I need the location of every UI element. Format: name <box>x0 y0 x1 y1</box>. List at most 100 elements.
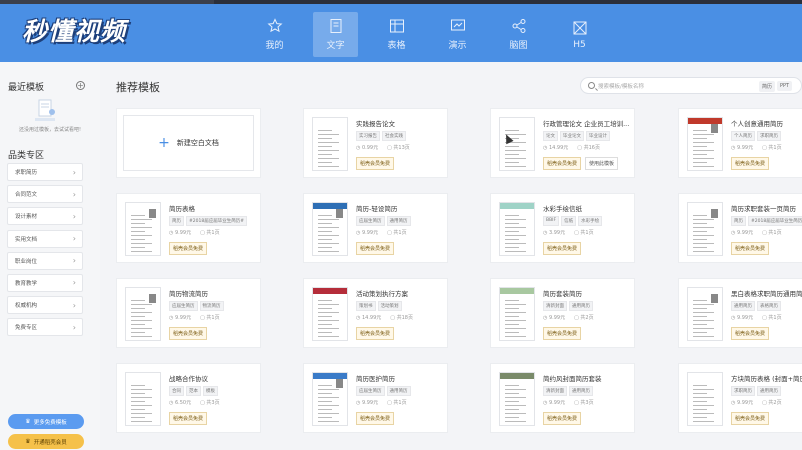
template-tag[interactable]: 通用简历 <box>569 386 593 396</box>
template-title[interactable]: 简历求职套装一页简历 <box>731 203 802 213</box>
member-free-button[interactable]: 稻壳会员免费 <box>356 327 395 340</box>
nav-item-h5[interactable]: H5 <box>557 12 602 57</box>
nav-item-mindmap[interactable]: 脑图 <box>496 12 541 57</box>
member-free-button[interactable]: 稻壳会员免费 <box>356 242 395 255</box>
template-thumbnail[interactable] <box>687 287 723 341</box>
template-thumbnail[interactable] <box>125 202 161 256</box>
member-free-button[interactable]: 稻壳会员免费 <box>169 412 208 425</box>
template-title[interactable]: 简历表格 <box>169 203 261 213</box>
template-tag[interactable]: 策划书 <box>356 301 376 311</box>
category-item[interactable]: 权威机构 › <box>7 296 83 315</box>
template-title[interactable]: 简约风封面简历套装 <box>543 373 635 383</box>
template-title[interactable]: 方块简历表格 (封面+简历) <box>731 373 802 383</box>
template-tag[interactable]: 清新封面 <box>543 301 567 311</box>
member-free-button[interactable]: 稻壳会员免费 <box>731 327 770 340</box>
template-card[interactable]: 战略合作协议 合同 范本 模板 ◷ 6.50元 ▢ 共3页 稻壳会员免费 <box>116 363 261 433</box>
template-card[interactable]: 简历-轻设简历 应届生简历 通用简历 ◷ 9.99元 ▢ 共1页 稻壳会员免费 <box>303 193 448 263</box>
template-tag[interactable]: 应届生简历 <box>356 386 385 396</box>
template-thumbnail[interactable] <box>312 117 348 171</box>
template-title[interactable]: 黑白表格求职简历通用简历 <box>731 288 802 298</box>
member-free-button[interactable]: 稻壳会员免费 <box>731 157 770 170</box>
member-free-button[interactable]: 稻壳会员免费 <box>356 157 395 170</box>
template-tag[interactable]: 信纸 <box>561 216 577 226</box>
template-tag[interactable]: 通用简历 <box>757 386 781 396</box>
template-thumbnail[interactable] <box>499 372 535 426</box>
member-free-button[interactable]: 稻壳会员免费 <box>169 242 208 255</box>
template-thumbnail[interactable] <box>687 117 723 171</box>
template-tag[interactable]: 社会实践 <box>382 131 406 141</box>
template-title[interactable]: 行政管理论文 企业员工培训... <box>543 118 635 128</box>
more-free-templates-button[interactable]: ♛ 更多免费模板 <box>8 414 84 429</box>
template-tag[interactable]: 个人简历 <box>731 131 755 141</box>
template-tag[interactable]: 通用简历 <box>569 301 593 311</box>
template-tag[interactable]: BBIF <box>543 216 560 226</box>
new-blank-document-card[interactable]: + 新建空白文档 <box>116 108 261 178</box>
category-item[interactable]: 免费专区 › <box>7 318 83 337</box>
template-card[interactable]: 简历医护简历 应届生简历 通用简历 ◷ 9.99元 ▢ 共1页 稻壳会员免费 <box>303 363 448 433</box>
template-card[interactable]: 简历套装简历 清新封面 通用简历 ◷ 9.99元 ▢ 共2页 稻壳会员免费 <box>490 278 635 348</box>
template-tag[interactable]: 实习报告 <box>356 131 380 141</box>
add-icon[interactable]: + <box>76 81 85 90</box>
template-card[interactable]: 简历求职套装一页简历 简历 #2018届应届毕业生简历# ◷ 9.99元 ▢ 共1页 稻壳… <box>678 193 802 263</box>
template-title[interactable]: 简历套装简历 <box>543 288 635 298</box>
member-free-button[interactable]: 稻壳会员免费 <box>731 242 770 255</box>
nav-item-mine[interactable]: 我的 <box>252 12 297 57</box>
search-tag[interactable]: 简历 <box>759 81 776 92</box>
template-tag[interactable]: 物流简历 <box>199 301 224 311</box>
template-card[interactable]: 简历表格 简历 #2018届应届毕业生简历# ◷ 9.99元 ▢ 共1页 稻壳会员免费 <box>116 193 261 263</box>
nav-item-table[interactable]: 表格 <box>374 12 419 57</box>
template-tag[interactable]: 求职简历 <box>757 131 781 141</box>
template-title[interactable]: 战略合作协议 <box>169 373 261 383</box>
template-card[interactable]: 黑白表格求职简历通用简历 通用简历 表格简历 ◷ 9.99元 ▢ 共1页 稻壳会员免费 <box>678 278 802 348</box>
template-thumbnail[interactable] <box>125 287 161 341</box>
template-tag[interactable]: 简历 <box>169 216 184 226</box>
category-item[interactable]: 教育教学 › <box>7 273 83 292</box>
template-card[interactable]: 简历物流简历 应届生简历 物流简历 ◷ 9.99元 ▢ 共1页 稻壳会员免费 <box>116 278 261 348</box>
template-title[interactable]: 活动策划执行方案 <box>356 288 448 298</box>
template-tag[interactable]: 范本 <box>186 386 201 396</box>
search-input[interactable]: 搜索模板/模板名称 简历 PPT <box>580 77 802 94</box>
template-tag[interactable]: 通用简历 <box>386 386 411 396</box>
template-tag[interactable]: 表格简历 <box>757 301 781 311</box>
template-card[interactable]: 个人创意通用简历 个人简历 求职简历 ◷ 9.99元 ▢ 共1页 稻壳会员免费 <box>678 108 802 178</box>
template-thumbnail[interactable] <box>312 202 348 256</box>
template-tag[interactable]: 合同 <box>169 386 184 396</box>
template-tag[interactable]: 清新封面 <box>543 386 567 396</box>
template-tag[interactable]: 应届生简历 <box>356 216 385 226</box>
template-thumbnail[interactable] <box>499 287 535 341</box>
nav-item-text[interactable]: 文字 <box>313 12 358 57</box>
template-thumbnail[interactable] <box>687 202 723 256</box>
member-free-button[interactable]: 稻壳会员免费 <box>543 327 582 340</box>
template-thumbnail[interactable] <box>125 372 161 426</box>
category-item[interactable]: 职业岗位 › <box>7 251 83 270</box>
template-thumbnail[interactable] <box>499 117 535 171</box>
template-tag[interactable]: 应届生简历 <box>169 301 198 311</box>
template-tag[interactable]: 水彩手绘 <box>578 216 603 226</box>
category-item[interactable]: 求职简历 › <box>7 163 83 181</box>
template-tag[interactable]: 论文 <box>543 131 558 141</box>
category-item[interactable]: 合同范文 › <box>7 185 83 204</box>
template-title[interactable]: 水彩手绘信纸 <box>543 203 635 213</box>
member-free-button[interactable]: 稻壳会员免费 <box>356 412 395 425</box>
template-title[interactable]: 实践报告论文 <box>356 118 448 128</box>
template-tag[interactable]: 毕业论文 <box>560 131 584 141</box>
template-card[interactable]: 活动策划执行方案 策划书 活动策划 ◷ 14.99元 ▢ 共18页 稻壳会员免费 <box>303 278 448 348</box>
template-thumbnail[interactable] <box>312 287 348 341</box>
template-title[interactable]: 简历医护简历 <box>356 373 448 383</box>
use-template-button[interactable]: 使用此模板 <box>585 157 619 170</box>
template-thumbnail[interactable] <box>687 372 723 426</box>
member-free-button[interactable]: 稻壳会员免费 <box>731 412 770 425</box>
template-tag[interactable]: 简历 <box>731 216 746 226</box>
template-card[interactable]: 水彩手绘信纸 BBIF 信纸 水彩手绘 ◷ 3.99元 ▢ 共1页 稻壳会员免费 <box>490 193 635 263</box>
template-card[interactable]: 实践报告论文 实习报告 社会实践 ◷ 0.99元 ▢ 共13页 稻壳会员免费 <box>303 108 448 178</box>
template-card[interactable]: 行政管理论文 企业员工培训... 论文 毕业论文 毕业设计 ◷ 14.99元 ▢ 共16页… <box>490 108 635 178</box>
template-tag[interactable]: 通用简历 <box>731 301 755 311</box>
member-free-button[interactable]: 稻壳会员免费 <box>543 157 582 170</box>
template-tag[interactable]: 活动策划 <box>377 301 402 311</box>
template-tag[interactable]: 通用简历 <box>386 216 411 226</box>
template-thumbnail[interactable] <box>312 372 348 426</box>
template-tag[interactable]: 模板 <box>203 386 218 396</box>
member-free-button[interactable]: 稻壳会员免费 <box>543 412 582 425</box>
member-free-button[interactable]: 稻壳会员免费 <box>543 242 582 255</box>
template-title[interactable]: 简历物流简历 <box>169 288 261 298</box>
